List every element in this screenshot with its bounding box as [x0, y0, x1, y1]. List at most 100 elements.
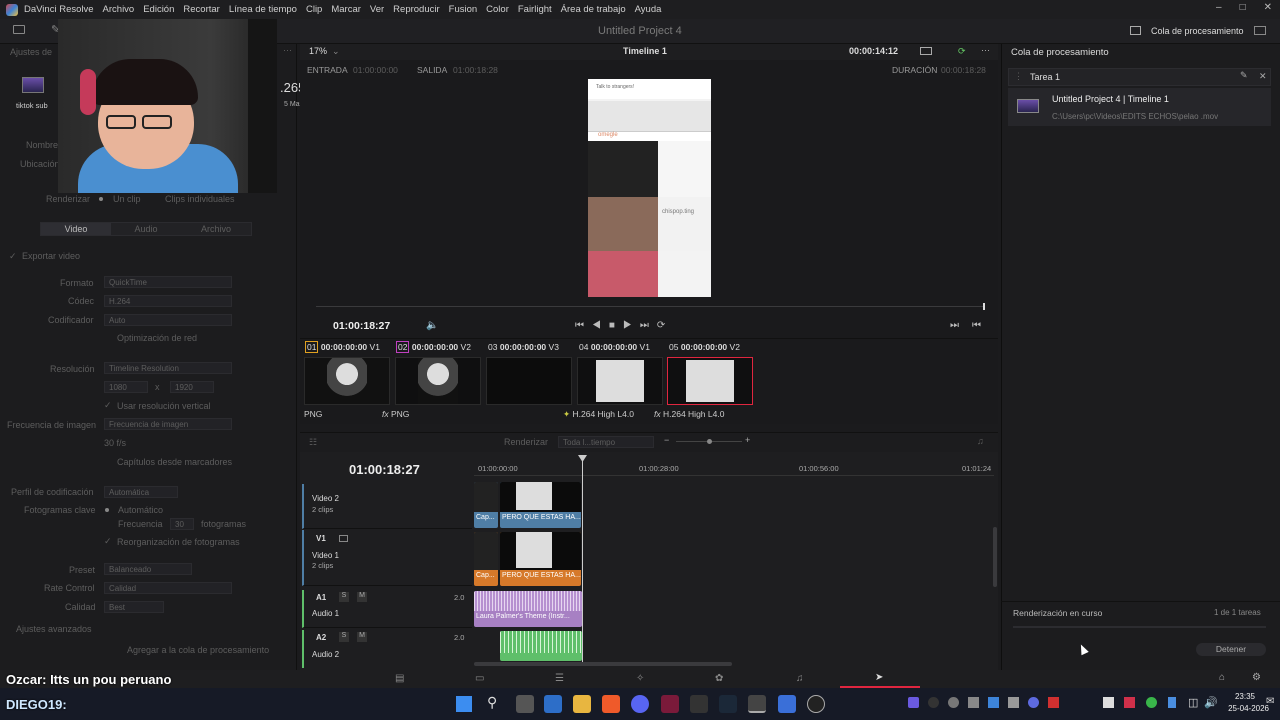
- go-to-start-icon[interactable]: ⏮: [972, 320, 981, 331]
- timeline-audio-clip-a1[interactable]: Laura Palmer's Theme (Instr...: [474, 591, 582, 627]
- delete-job-icon[interactable]: ✕: [1259, 71, 1267, 82]
- calidad-select[interactable]: Best: [104, 601, 164, 613]
- tray-icon[interactable]: [908, 697, 919, 708]
- timeline-clip-v1-b[interactable]: PERO QUE ESTAS HA...: [500, 532, 581, 586]
- store-icon[interactable]: [544, 695, 562, 713]
- automatico-option[interactable]: Automático: [118, 505, 163, 515]
- fusion-page-icon[interactable]: ✧: [636, 673, 644, 684]
- ajustes-avanzados-toggle[interactable]: Ajustes avanzados: [16, 624, 92, 634]
- maximize-icon[interactable]: □: [1240, 2, 1246, 13]
- codec-select[interactable]: H.264: [104, 295, 232, 307]
- obs-icon[interactable]: [807, 695, 825, 713]
- menu-reproducir[interactable]: Reproducir: [393, 4, 439, 15]
- timeline-audio-clip-a2[interactable]: [500, 631, 582, 661]
- tab-video[interactable]: Video: [41, 223, 111, 235]
- close-icon[interactable]: ✕: [1264, 2, 1272, 13]
- render-queue-button[interactable]: Cola de procesamiento: [1151, 26, 1244, 36]
- clip-thumb-4[interactable]: [577, 357, 663, 405]
- timecode-top[interactable]: 00:00:14:12: [849, 46, 898, 56]
- notifications-icon[interactable]: ✉: [1266, 696, 1274, 707]
- capitulos-checkbox[interactable]: Capítulos desde marcadores: [117, 457, 232, 467]
- tray-icon[interactable]: [1028, 697, 1039, 708]
- menu-color[interactable]: Color: [486, 4, 509, 15]
- formato-select[interactable]: QuickTime: [104, 276, 232, 288]
- settings-gear-icon[interactable]: ⚙: [1252, 672, 1261, 683]
- timeline-name[interactable]: Timeline 1: [623, 46, 667, 56]
- deliver-page-icon[interactable]: ➤: [875, 672, 883, 683]
- timeline-vertical-scrollbar[interactable]: [993, 527, 997, 587]
- menu-ayuda[interactable]: Ayuda: [635, 4, 662, 15]
- frecuencia-select[interactable]: Frecuencia de imagen: [104, 418, 232, 430]
- monitor-icon[interactable]: [13, 25, 25, 34]
- media-page-icon[interactable]: ▤: [395, 673, 404, 684]
- frecuencia-option[interactable]: Frecuencia: [118, 519, 163, 529]
- discord-icon[interactable]: [631, 695, 649, 713]
- play-icon[interactable]: ▶: [623, 320, 640, 331]
- color-page-icon[interactable]: ✿: [715, 673, 723, 684]
- codificador-select[interactable]: Auto: [104, 314, 232, 326]
- clip-thumb-3[interactable]: [486, 357, 572, 405]
- cut-page-icon[interactable]: ▭: [475, 673, 484, 684]
- timeline-scrollbar[interactable]: [474, 662, 732, 666]
- windows-start-icon[interactable]: [456, 696, 472, 712]
- timeline-clip-v2-a[interactable]: Cap...: [474, 482, 498, 528]
- radio-dot-icon[interactable]: [105, 508, 109, 512]
- skip-end-icon[interactable]: ⏭: [640, 320, 657, 331]
- tray-icon[interactable]: [1146, 697, 1157, 708]
- clock-date[interactable]: 25-04-2026: [1219, 704, 1269, 713]
- app-icon[interactable]: [690, 695, 708, 713]
- more-options-icon[interactable]: ⋯: [981, 45, 990, 56]
- scrubber-track[interactable]: [316, 306, 984, 307]
- tab-audio[interactable]: Audio: [111, 223, 181, 235]
- width-input[interactable]: 1080: [104, 381, 148, 393]
- tray-icon[interactable]: [1124, 697, 1135, 708]
- menu-archivo[interactable]: Archivo: [103, 4, 135, 15]
- app-icon[interactable]: [778, 695, 796, 713]
- check-icon[interactable]: ✓: [9, 251, 17, 262]
- preset-thumbnail-icon[interactable]: [22, 77, 44, 93]
- tray-icon[interactable]: [1008, 697, 1019, 708]
- frecuencia-input[interactable]: 30: [170, 518, 194, 530]
- loop-icon[interactable]: ⟳: [657, 320, 673, 331]
- tray-icon[interactable]: [928, 697, 939, 708]
- menu-clip[interactable]: Clip: [306, 4, 322, 15]
- clip-thumb-2[interactable]: [395, 357, 481, 405]
- timeline-clip-v1-a[interactable]: Cap...: [474, 532, 498, 586]
- radio-dot-icon[interactable]: [99, 197, 103, 201]
- stop-render-button[interactable]: Detener: [1196, 643, 1266, 656]
- menu-linea-de-tiempo[interactable]: Línea de tiempo: [229, 4, 297, 15]
- timeline-options-icon[interactable]: ☷: [309, 437, 317, 448]
- menu-area-de-trabajo[interactable]: Área de trabajo: [561, 4, 626, 15]
- mute-button[interactable]: M: [357, 592, 367, 602]
- speaker-icon[interactable]: 🔊: [1204, 696, 1218, 709]
- zoom-level[interactable]: 17%: [309, 46, 327, 56]
- volume-icon[interactable]: 🔈: [426, 320, 438, 331]
- task-view-icon[interactable]: [516, 695, 534, 713]
- go-to-end-icon[interactable]: ⏭: [950, 320, 959, 331]
- tray-icon[interactable]: [948, 697, 959, 708]
- drag-handle-icon[interactable]: ⋮: [1014, 71, 1023, 82]
- tray-icon[interactable]: [1168, 697, 1176, 708]
- solo-button[interactable]: S: [339, 632, 349, 642]
- height-input[interactable]: 1920: [170, 381, 214, 393]
- app-icon[interactable]: [661, 695, 679, 713]
- resolve-taskbar-icon[interactable]: [748, 695, 766, 713]
- rate-control-select[interactable]: Calidad: [104, 582, 232, 594]
- add-to-queue-button[interactable]: Agregar a la cola de procesamiento: [127, 645, 269, 655]
- edit-page-icon[interactable]: ☰: [555, 673, 564, 684]
- clip-thumb-5-selected[interactable]: [667, 357, 753, 405]
- zoom-out-icon[interactable]: −: [664, 435, 669, 445]
- solo-button[interactable]: S: [339, 592, 349, 602]
- more-options-icon[interactable]: ⋯: [283, 45, 292, 56]
- zoom-in-icon[interactable]: +: [745, 435, 750, 445]
- optimizacion-checkbox[interactable]: Optimización de red: [117, 333, 197, 343]
- clip-thumb-1[interactable]: [304, 357, 390, 405]
- edit-job-icon[interactable]: ✎: [1240, 70, 1248, 81]
- network-icon[interactable]: ◫: [1188, 696, 1198, 709]
- steam-icon[interactable]: [719, 695, 737, 713]
- check-icon[interactable]: ✓: [104, 400, 112, 411]
- tab-archivo[interactable]: Archivo: [181, 223, 251, 235]
- file-explorer-icon[interactable]: [573, 695, 591, 713]
- menu-recortar[interactable]: Recortar: [183, 4, 219, 15]
- render-queue-icon[interactable]: [1130, 26, 1141, 35]
